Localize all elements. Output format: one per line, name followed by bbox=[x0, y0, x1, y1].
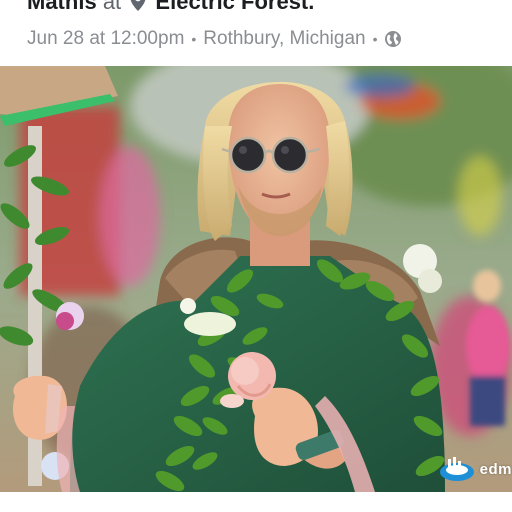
location-suffix: . bbox=[308, 0, 315, 14]
post-place[interactable]: Rothbury, Michigan bbox=[203, 28, 365, 50]
at-word: at bbox=[102, 0, 122, 14]
post-header: Mathis at Electric Forest. Jun 28 at 12:… bbox=[0, 0, 512, 66]
location-link[interactable]: Electric Forest. bbox=[155, 0, 314, 14]
map-pin-icon bbox=[129, 0, 147, 18]
post-timestamp[interactable]: Jun 28 at 12:00pm bbox=[27, 28, 184, 50]
bottom-strip bbox=[0, 492, 512, 512]
location-name[interactable]: Electric Forest bbox=[155, 0, 308, 14]
post-photo[interactable]: edm bbox=[0, 66, 512, 492]
post-meta-line: Jun 28 at 12:00pm • Rothbury, Michigan • bbox=[27, 28, 402, 50]
post-title-line: Mathis at Electric Forest. bbox=[27, 0, 314, 18]
meta-separator: • bbox=[191, 31, 197, 47]
edm-logo-icon bbox=[438, 456, 476, 482]
watermark-text: edm bbox=[479, 460, 512, 478]
author-name[interactable]: Mathis bbox=[27, 0, 97, 14]
globe-icon[interactable] bbox=[384, 30, 402, 48]
meta-separator: • bbox=[372, 31, 378, 47]
edm-watermark: edm bbox=[438, 456, 512, 482]
